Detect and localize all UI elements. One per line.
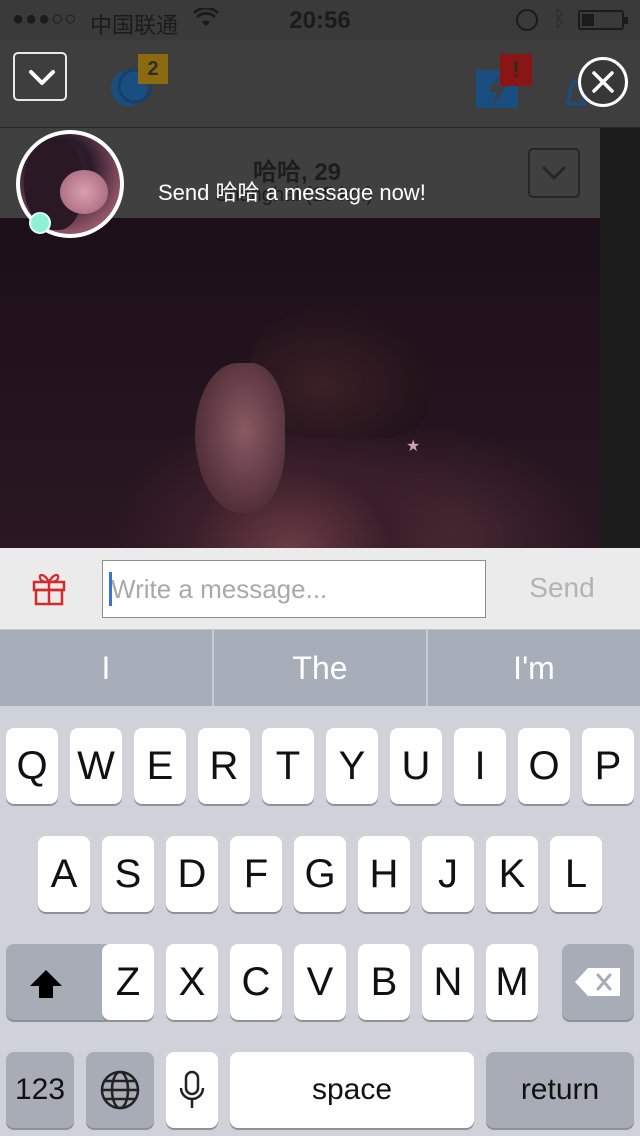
profile-dropdown-button[interactable] <box>528 148 580 198</box>
space-key[interactable]: space <box>230 1052 474 1128</box>
letter-key[interactable]: D <box>166 836 218 912</box>
letter-key[interactable]: E <box>134 728 186 804</box>
online-status-dot <box>29 212 51 234</box>
avatar-face <box>60 170 108 214</box>
letter-key[interactable]: M <box>486 944 538 1020</box>
letter-key[interactable]: A <box>38 836 90 912</box>
gift-icon[interactable] <box>32 570 66 606</box>
letter-key[interactable]: K <box>486 836 538 912</box>
clock: 20:56 <box>289 7 351 34</box>
shift-arrow-icon <box>30 970 62 998</box>
letter-key[interactable]: S <box>102 836 154 912</box>
letter-key[interactable]: X <box>166 944 218 1020</box>
photo-ear <box>195 363 285 513</box>
globe-icon <box>100 1070 140 1110</box>
letter-key[interactable]: U <box>390 728 442 804</box>
suggestion-2[interactable]: The <box>214 630 426 706</box>
dictation-key[interactable] <box>166 1052 218 1128</box>
letter-key[interactable]: G <box>294 836 346 912</box>
battery-icon <box>578 10 628 30</box>
compose-bar: Send <box>0 548 640 630</box>
delete-key[interactable] <box>562 944 634 1020</box>
letter-key[interactable]: F <box>230 836 282 912</box>
send-button[interactable]: Send <box>510 568 614 608</box>
letter-key[interactable]: C <box>230 944 282 1020</box>
chevron-down-icon <box>542 166 566 180</box>
letter-key[interactable]: T <box>262 728 314 804</box>
backspace-icon <box>575 968 620 996</box>
keyboard: I The I'm 123 space return QWERTYUIOPASD… <box>0 630 640 1136</box>
text-caret <box>109 572 112 606</box>
nav-bar: 2 ! <box>0 40 640 128</box>
letter-key[interactable]: V <box>294 944 346 1020</box>
predictive-bar: I The I'm <box>0 630 640 706</box>
coins-badge: 2 <box>138 54 168 84</box>
letter-key[interactable]: N <box>422 944 474 1020</box>
letter-key[interactable]: Y <box>326 728 378 804</box>
microphone-icon <box>179 1070 205 1108</box>
photo-sparkle: ★ <box>406 438 421 455</box>
chevron-down-icon <box>29 70 55 85</box>
letter-key[interactable]: W <box>70 728 122 804</box>
bluetooth-icon: ᛒ <box>553 6 567 31</box>
suggestion-3[interactable]: I'm <box>428 630 640 706</box>
message-input[interactable] <box>102 560 486 618</box>
letter-key[interactable]: P <box>582 728 634 804</box>
letter-key[interactable]: I <box>454 728 506 804</box>
status-bar: ●●●○○ 中国联通 20:56 ᛒ <box>0 0 640 40</box>
close-button[interactable] <box>578 57 628 107</box>
close-icon <box>592 71 614 93</box>
letter-key[interactable]: Q <box>6 728 58 804</box>
profile-screen: ★ ●●●○○ 中国联通 20:56 ᛒ 2 ! 哈哈, 29 Shanghai… <box>0 0 640 548</box>
letter-key[interactable]: H <box>358 836 410 912</box>
profile-photo: ★ <box>0 218 600 548</box>
letter-key[interactable]: R <box>198 728 250 804</box>
letter-key[interactable]: B <box>358 944 410 1020</box>
numbers-key[interactable]: 123 <box>6 1052 74 1128</box>
rotation-lock-icon <box>516 9 538 31</box>
return-key[interactable]: return <box>486 1052 634 1128</box>
collapse-button[interactable] <box>13 52 67 101</box>
flash-badge: ! <box>500 54 532 86</box>
letter-key[interactable]: J <box>422 836 474 912</box>
globe-key[interactable] <box>86 1052 154 1128</box>
letter-key[interactable]: L <box>550 836 602 912</box>
suggestion-1[interactable]: I <box>0 630 212 706</box>
letter-key[interactable]: O <box>518 728 570 804</box>
message-prompt: Send 哈哈 a message now! <box>158 180 426 205</box>
side-strip <box>600 128 640 548</box>
shift-key[interactable] <box>6 944 114 1020</box>
letter-key[interactable]: Z <box>102 944 154 1020</box>
